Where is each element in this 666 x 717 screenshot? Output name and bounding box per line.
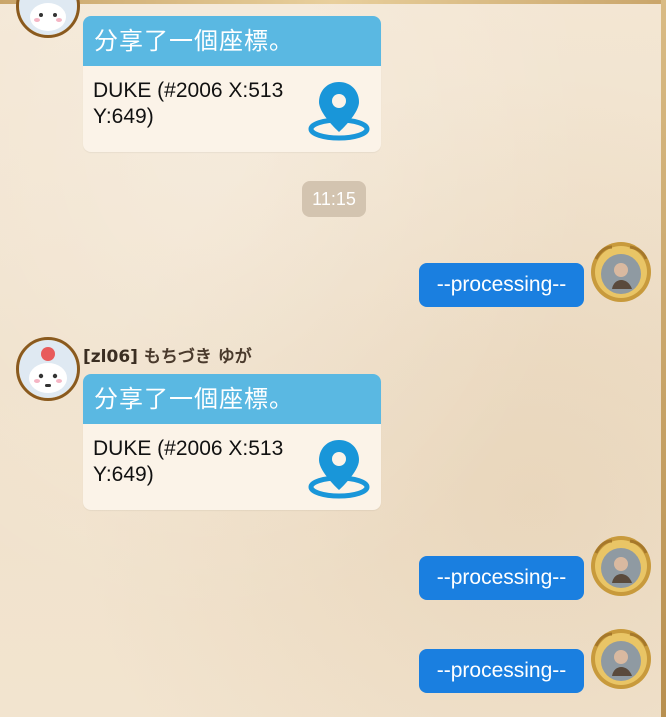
sender-alliance-tag: [zl06]: [83, 347, 138, 367]
location-text: DUKE (#2006 X:513 Y:649): [93, 78, 303, 130]
location-line-1: DUKE (#2006 X:513: [93, 437, 284, 460]
outgoing-message-bubble[interactable]: --processing--: [419, 649, 584, 693]
top-frame-rim: [0, 0, 666, 4]
cute-character-icon: [19, 340, 77, 398]
location-share-card[interactable]: 分享了一個座標。 DUKE (#2006 X:513 Y:649): [83, 374, 381, 510]
outgoing-message-bubble[interactable]: --processing--: [419, 263, 584, 307]
card-body: DUKE (#2006 X:513 Y:649): [83, 424, 381, 509]
location-share-card[interactable]: 分享了一個座標。 DUKE (#2006 X:513 Y:649): [83, 16, 381, 152]
ornate-portrait-icon: [591, 536, 651, 596]
map-pin-icon[interactable]: [307, 438, 371, 500]
message-timestamp: 11:15: [302, 181, 366, 217]
avatar-other-user[interactable]: [16, 0, 80, 38]
location-line-2: Y:649): [93, 105, 154, 128]
avatar-self[interactable]: [590, 628, 652, 690]
sender-name[interactable]: もちづき ゆが: [144, 347, 252, 367]
location-text: DUKE (#2006 X:513 Y:649): [93, 436, 303, 488]
sender-label: [zl06] もちづき ゆが: [83, 342, 252, 367]
location-line-1: DUKE (#2006 X:513: [93, 79, 284, 102]
right-frame-rim: [661, 0, 666, 717]
card-header: 分享了一個座標。: [83, 16, 381, 66]
location-line-2: Y:649): [93, 463, 154, 486]
cute-character-icon: [19, 0, 77, 35]
map-pin-icon[interactable]: [307, 80, 371, 142]
card-header: 分享了一個座標。: [83, 374, 381, 424]
card-body: DUKE (#2006 X:513 Y:649): [83, 66, 381, 151]
avatar-other-user[interactable]: [16, 337, 80, 401]
outgoing-message-bubble[interactable]: --processing--: [419, 556, 584, 600]
ornate-portrait-icon: [591, 629, 651, 689]
ornate-portrait-icon: [591, 242, 651, 302]
avatar-self[interactable]: [590, 241, 652, 303]
avatar-self[interactable]: [590, 535, 652, 597]
